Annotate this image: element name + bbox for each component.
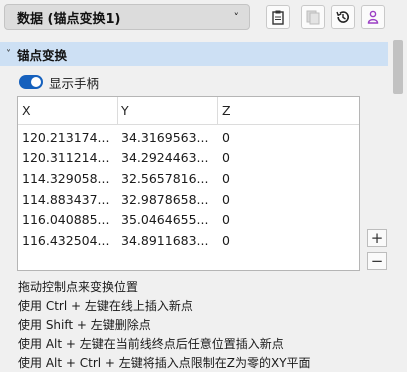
cell-x[interactable]: 116.040885...	[18, 212, 118, 227]
cell-y[interactable]: 34.8911683...	[118, 233, 218, 248]
cell-x[interactable]: 120.311214...	[18, 150, 118, 165]
column-header-y[interactable]: Y	[118, 96, 218, 125]
column-header-z[interactable]: Z	[218, 97, 358, 125]
show-handles-row: 显示手柄	[19, 73, 99, 91]
cell-x[interactable]: 114.329058...	[18, 171, 118, 186]
cell-y[interactable]: 34.2924463...	[118, 150, 218, 165]
cell-x[interactable]: 114.883437...	[18, 192, 118, 207]
scrollbar-thumb[interactable]	[393, 40, 403, 94]
help-line: 拖动控制点来变换位置	[18, 280, 139, 294]
help-line: 使用 Shift + 左键删除点	[18, 318, 151, 332]
chevron-down-icon: ˅	[233, 10, 240, 24]
paste-button[interactable]	[301, 5, 325, 29]
help-line: 使用 Ctrl + 左键在线上插入新点	[18, 299, 193, 313]
section-header-anchor-transform[interactable]: ˅ 锚点变换	[0, 42, 388, 66]
top-toolbar: 数据 (锚点变换1) ˅	[0, 0, 407, 37]
show-handles-label: 显示手柄	[49, 75, 100, 91]
paste-icon	[306, 10, 320, 25]
user-button[interactable]	[361, 5, 385, 29]
cell-y[interactable]: 32.5657816...	[118, 171, 218, 186]
table-body: 120.213174... 34.3169563... 0 120.311214…	[18, 125, 359, 251]
dataset-dropdown[interactable]: 数据 (锚点变换1) ˅	[4, 4, 250, 30]
add-point-button[interactable]: +	[367, 229, 387, 247]
help-line: 使用 Alt + 左键在当前线终点后任意位置插入新点	[18, 337, 284, 351]
cell-z[interactable]: 0	[218, 130, 358, 145]
cell-x[interactable]: 120.213174...	[18, 130, 118, 145]
cell-y[interactable]: 34.3169563...	[118, 130, 218, 145]
show-handles-toggle[interactable]	[19, 75, 43, 89]
table-row[interactable]: 116.432504... 34.8911683... 0	[18, 230, 359, 251]
remove-point-button[interactable]: −	[367, 252, 387, 270]
cell-z[interactable]: 0	[218, 233, 358, 248]
history-icon	[336, 11, 349, 23]
section-title: 锚点变换	[17, 47, 68, 63]
table-row[interactable]: 120.311214... 34.2924463... 0	[18, 148, 359, 169]
clipboard-icon	[272, 10, 284, 25]
cell-y[interactable]: 32.9878658...	[118, 192, 218, 207]
help-line: 使用 Alt + Ctrl + 左键将插入点限制在Z为零的XY平面	[18, 356, 311, 370]
cell-x[interactable]: 116.432504...	[18, 233, 118, 248]
reset-button[interactable]	[331, 5, 355, 29]
column-header-x[interactable]: X	[18, 96, 118, 125]
table-row[interactable]: 114.883437... 32.9878658... 0	[18, 189, 359, 210]
anchor-points-table: X Y Z 120.213174... 34.3169563... 0 120.…	[17, 96, 360, 271]
table-header: X Y Z	[18, 96, 359, 125]
table-row[interactable]: 114.329058... 32.5657816... 0	[18, 168, 359, 189]
table-row[interactable]: 116.040885... 35.0464655... 0	[18, 209, 359, 230]
copy-button[interactable]	[266, 5, 290, 29]
cell-z[interactable]: 0	[218, 192, 358, 207]
dataset-title: 数据 (锚点变换1)	[17, 11, 121, 27]
cell-y[interactable]: 35.0464655...	[118, 212, 218, 227]
help-text: 拖动控制点来变换位置 使用 Ctrl + 左键在线上插入新点 使用 Shift …	[18, 278, 390, 372]
cell-z[interactable]: 0	[218, 171, 358, 186]
cell-z[interactable]: 0	[218, 212, 358, 227]
person-icon	[367, 10, 379, 24]
table-row[interactable]: 120.213174... 34.3169563... 0	[18, 127, 359, 148]
cell-z[interactable]: 0	[218, 150, 358, 165]
chevron-down-icon: ˅	[6, 48, 11, 60]
